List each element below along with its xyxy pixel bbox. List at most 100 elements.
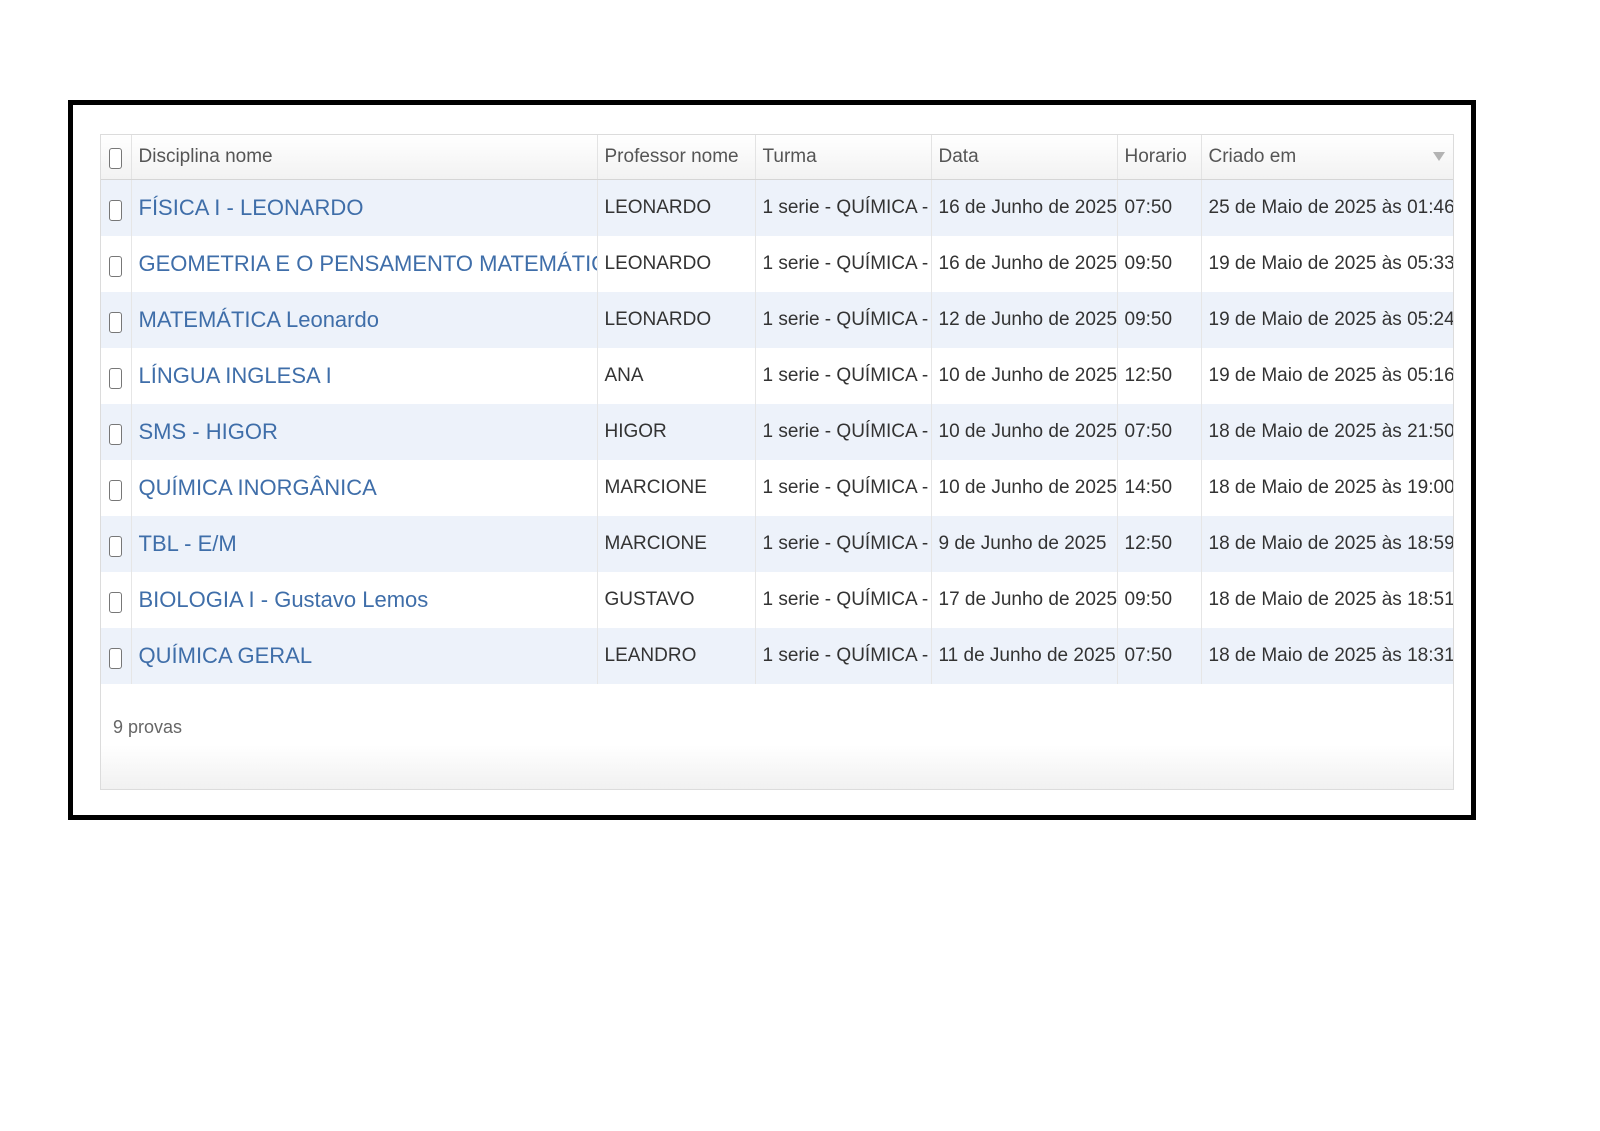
column-header-turma[interactable]: Turma bbox=[755, 135, 932, 180]
cell-criado: 19 de Maio de 2025 às 05:24 bbox=[1201, 292, 1453, 348]
row-select-cell[interactable] bbox=[101, 292, 132, 348]
row-checkbox[interactable] bbox=[109, 535, 123, 557]
record-count: 9 provas bbox=[113, 717, 183, 737]
cell-data: 9 de Junho de 2025 bbox=[931, 516, 1118, 572]
column-header-professor[interactable]: Professor nome bbox=[597, 135, 756, 180]
cell-turma: 1 serie - QUÍMICA - bbox=[755, 572, 932, 628]
table-row[interactable]: BIOLOGIA I - Gustavo Lemos GUSTAVO 1 serie… bbox=[101, 572, 1453, 628]
cell-horario: 07:50 bbox=[1117, 179, 1202, 236]
row-checkbox[interactable] bbox=[109, 199, 123, 221]
cell-professor: LEONARDO bbox=[597, 292, 756, 348]
row-select-cell[interactable] bbox=[101, 236, 132, 292]
cell-disciplina: LÍNGUA INGLESA I bbox=[131, 348, 598, 404]
row-select-cell[interactable] bbox=[101, 179, 132, 236]
row-checkbox[interactable] bbox=[109, 647, 123, 669]
row-select-cell[interactable] bbox=[101, 404, 132, 460]
select-all-checkbox[interactable] bbox=[109, 147, 123, 169]
cell-turma: 1 serie - QUÍMICA - bbox=[755, 460, 932, 516]
row-checkbox[interactable] bbox=[109, 591, 123, 613]
column-header-horario[interactable]: Horario bbox=[1117, 135, 1202, 180]
cell-turma: 1 serie - QUÍMICA - bbox=[755, 179, 932, 236]
cell-professor: ANA bbox=[597, 348, 756, 404]
table-body: FÍSICA I - LEONARDO LEONARDO 1 serie - QUÍ… bbox=[101, 179, 1453, 684]
cell-horario: 09:50 bbox=[1117, 236, 1202, 292]
cell-turma: 1 serie - QUÍMICA - bbox=[755, 236, 932, 292]
provas-grid: Disciplina nome Professor nome Turma Dat… bbox=[100, 134, 1454, 790]
disciplina-link[interactable]: FÍSICA I - LEONARDO bbox=[139, 195, 364, 220]
disciplina-link[interactable]: GEOMETRIA E O PENSAMENTO MATEMÁTICO bbox=[139, 251, 597, 276]
table-row[interactable]: FÍSICA I - LEONARDO LEONARDO 1 serie - QUÍ… bbox=[101, 179, 1453, 236]
row-checkbox[interactable] bbox=[109, 479, 123, 501]
disciplina-link[interactable]: QUÍMICA GERAL bbox=[139, 643, 313, 668]
table-row[interactable]: MATEMÁTICA Leonardo LEONARDO 1 serie - QUÍ… bbox=[101, 292, 1453, 348]
cell-turma: 1 serie - QUÍMICA - bbox=[755, 516, 932, 572]
cell-data: 12 de Junho de 2025 bbox=[931, 292, 1118, 348]
cell-disciplina: FÍSICA I - LEONARDO bbox=[131, 179, 598, 236]
disciplina-link[interactable]: MATEMÁTICA Leonardo bbox=[139, 307, 379, 332]
row-checkbox[interactable] bbox=[109, 311, 123, 333]
column-header-data[interactable]: Data bbox=[931, 135, 1118, 180]
cell-professor: MARCIONE bbox=[597, 516, 756, 572]
cell-disciplina: SMS - HIGOR bbox=[131, 404, 598, 460]
cell-data: 10 de Junho de 2025 bbox=[931, 460, 1118, 516]
cell-criado: 18 de Maio de 2025 às 18:59 bbox=[1201, 516, 1453, 572]
column-header-criado[interactable]: Criado em bbox=[1201, 135, 1453, 180]
cell-data: 16 de Junho de 2025 bbox=[931, 179, 1118, 236]
cell-horario: 12:50 bbox=[1117, 516, 1202, 572]
cell-professor: MARCIONE bbox=[597, 460, 756, 516]
cell-disciplina: TBL - E/M bbox=[131, 516, 598, 572]
cell-disciplina: MATEMÁTICA Leonardo bbox=[131, 292, 598, 348]
cell-professor: LEONARDO bbox=[597, 179, 756, 236]
column-header-criado-label: Criado em bbox=[1208, 146, 1297, 167]
disciplina-link[interactable]: TBL - E/M bbox=[139, 531, 237, 556]
cell-criado: 18 de Maio de 2025 às 18:51 bbox=[1201, 572, 1453, 628]
table-row[interactable]: SMS - HIGOR HIGOR 1 serie - QUÍMICA -10 de… bbox=[101, 404, 1453, 460]
cell-data: 10 de Junho de 2025 bbox=[931, 348, 1118, 404]
cell-professor: LEANDRO bbox=[597, 628, 756, 684]
disciplina-link[interactable]: SMS - HIGOR bbox=[139, 419, 278, 444]
disciplina-link[interactable]: LÍNGUA INGLESA I bbox=[139, 363, 332, 388]
cell-criado: 18 de Maio de 2025 às 19:00 bbox=[1201, 460, 1453, 516]
screenshot-frame: Disciplina nome Professor nome Turma Dat… bbox=[68, 100, 1476, 820]
row-select-cell[interactable] bbox=[101, 628, 132, 684]
cell-professor: HIGOR bbox=[597, 404, 756, 460]
row-select-cell[interactable] bbox=[101, 516, 132, 572]
row-select-cell[interactable] bbox=[101, 460, 132, 516]
table-row[interactable]: QUÍMICA INORGÂNICA MARCIONE 1 serie - QUÍM… bbox=[101, 460, 1453, 516]
cell-horario: 07:50 bbox=[1117, 628, 1202, 684]
cell-criado: 19 de Maio de 2025 às 05:16 bbox=[1201, 348, 1453, 404]
cell-criado: 19 de Maio de 2025 às 05:33 bbox=[1201, 236, 1453, 292]
select-all-cell[interactable] bbox=[101, 135, 132, 180]
cell-criado: 18 de Maio de 2025 às 18:31 bbox=[1201, 628, 1453, 684]
table-row[interactable]: LÍNGUA INGLESA I ANA 1 serie - QUÍMICA -10… bbox=[101, 348, 1453, 404]
row-select-cell[interactable] bbox=[101, 348, 132, 404]
cell-turma: 1 serie - QUÍMICA - bbox=[755, 292, 932, 348]
cell-disciplina: GEOMETRIA E O PENSAMENTO MATEMÁTICO bbox=[131, 236, 598, 292]
table-row[interactable]: GEOMETRIA E O PENSAMENTO MATEMÁTICO LEONA… bbox=[101, 236, 1453, 292]
cell-criado: 25 de Maio de 2025 às 01:46 bbox=[1201, 179, 1453, 236]
cell-horario: 09:50 bbox=[1117, 572, 1202, 628]
disciplina-link[interactable]: QUÍMICA INORGÂNICA bbox=[139, 475, 377, 500]
cell-data: 16 de Junho de 2025 bbox=[931, 236, 1118, 292]
disciplina-link[interactable]: BIOLOGIA I - Gustavo Lemos bbox=[139, 587, 429, 612]
cell-data: 11 de Junho de 2025 bbox=[931, 628, 1118, 684]
cell-horario: 12:50 bbox=[1117, 348, 1202, 404]
row-checkbox[interactable] bbox=[109, 423, 123, 445]
cell-turma: 1 serie - QUÍMICA - bbox=[755, 628, 932, 684]
provas-table: Disciplina nome Professor nome Turma Dat… bbox=[101, 135, 1453, 684]
cell-turma: 1 serie - QUÍMICA - bbox=[755, 348, 932, 404]
column-header-disciplina[interactable]: Disciplina nome bbox=[131, 135, 598, 180]
table-header: Disciplina nome Professor nome Turma Dat… bbox=[101, 135, 1453, 180]
cell-horario: 07:50 bbox=[1117, 404, 1202, 460]
row-checkbox[interactable] bbox=[109, 255, 123, 277]
sort-desc-icon[interactable] bbox=[1433, 152, 1445, 161]
cell-professor: GUSTAVO bbox=[597, 572, 756, 628]
cell-data: 17 de Junho de 2025 bbox=[931, 572, 1118, 628]
row-checkbox[interactable] bbox=[109, 367, 123, 389]
table-row[interactable]: TBL - E/M MARCIONE 1 serie - QUÍMICA -9 de… bbox=[101, 516, 1453, 572]
cell-turma: 1 serie - QUÍMICA - bbox=[755, 404, 932, 460]
table-row[interactable]: QUÍMICA GERAL LEANDRO 1 serie - QUÍMICA -1… bbox=[101, 628, 1453, 684]
cell-disciplina: QUÍMICA GERAL bbox=[131, 628, 598, 684]
cell-horario: 09:50 bbox=[1117, 292, 1202, 348]
row-select-cell[interactable] bbox=[101, 572, 132, 628]
